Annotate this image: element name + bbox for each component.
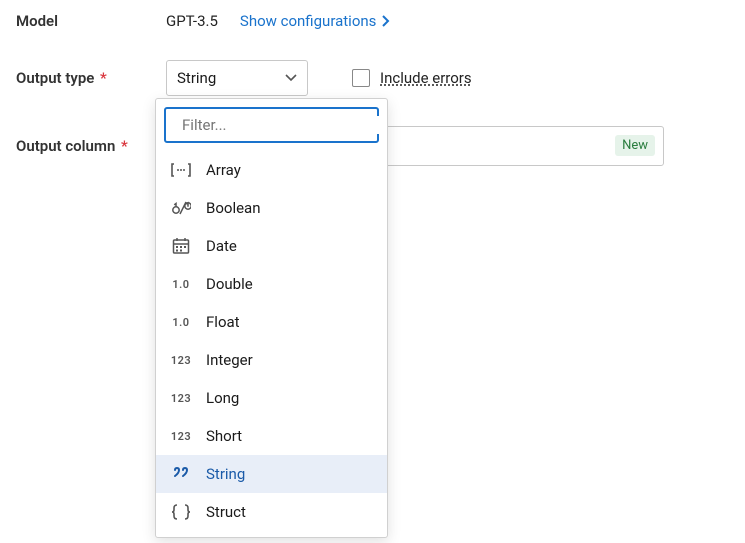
model-value: GPT-3.5 Show configurations: [166, 12, 390, 30]
option-label: Array: [206, 161, 241, 179]
checkbox-box: [352, 69, 370, 87]
required-marker: *: [96, 69, 106, 87]
include-errors-label: Include errors: [380, 69, 472, 87]
option-integer[interactable]: 123 Integer: [156, 341, 387, 379]
option-label: Long: [206, 389, 239, 407]
output-type-select[interactable]: String: [166, 60, 308, 96]
caret-right-icon: [382, 15, 390, 27]
option-float[interactable]: 1.0 Float: [156, 303, 387, 341]
show-configurations-link[interactable]: Show configurations: [240, 12, 391, 30]
option-label: Struct: [206, 503, 246, 521]
option-label: Float: [206, 313, 240, 331]
output-type-selected: String: [177, 69, 216, 87]
num123-icon: 123: [170, 430, 192, 443]
option-date[interactable]: Date: [156, 227, 387, 265]
boolean-icon: [170, 201, 192, 215]
option-label: Date: [206, 237, 237, 255]
string-icon: [170, 467, 192, 481]
option-label: Boolean: [206, 199, 261, 217]
show-configurations-label: Show configurations: [240, 12, 377, 30]
option-string[interactable]: String: [156, 455, 387, 493]
option-short[interactable]: 123 Short: [156, 417, 387, 455]
num10-icon: 1.0: [170, 316, 192, 329]
new-badge: New: [615, 135, 655, 156]
model-name: GPT-3.5: [166, 12, 218, 30]
include-errors-checkbox[interactable]: Include errors: [352, 69, 472, 87]
model-row: Model GPT-3.5 Show configurations: [16, 12, 729, 30]
output-type-value: String Include errors: [166, 60, 472, 96]
option-label: String: [206, 465, 245, 483]
type-dropdown: Array Boolean Date 1.0 Double 1.0 Float 123 Inte…: [155, 98, 388, 538]
output-column-label: Output column *: [16, 137, 166, 155]
chevron-down-icon: [285, 74, 297, 82]
struct-icon: [170, 504, 192, 520]
option-array[interactable]: Array: [156, 151, 387, 189]
option-struct[interactable]: Struct: [156, 493, 387, 531]
options-list: Array Boolean Date 1.0 Double 1.0 Float 123 Inte…: [156, 151, 387, 537]
output-type-label: Output type *: [16, 69, 166, 87]
option-label: Integer: [206, 351, 253, 369]
option-label: Short: [206, 427, 242, 445]
option-label: Double: [206, 275, 253, 293]
option-double[interactable]: 1.0 Double: [156, 265, 387, 303]
date-icon: [170, 237, 192, 255]
option-boolean[interactable]: Boolean: [156, 189, 387, 227]
filter-input[interactable]: [182, 116, 381, 134]
output-type-row: Output type * String Include errors: [16, 60, 729, 96]
option-long[interactable]: 123 Long: [156, 379, 387, 417]
array-icon: [170, 163, 192, 177]
required-marker: *: [117, 137, 127, 155]
num123-icon: 123: [170, 354, 192, 367]
num10-icon: 1.0: [170, 278, 192, 291]
filter-row[interactable]: [164, 107, 379, 143]
num123-icon: 123: [170, 392, 192, 405]
model-label: Model: [16, 12, 166, 30]
